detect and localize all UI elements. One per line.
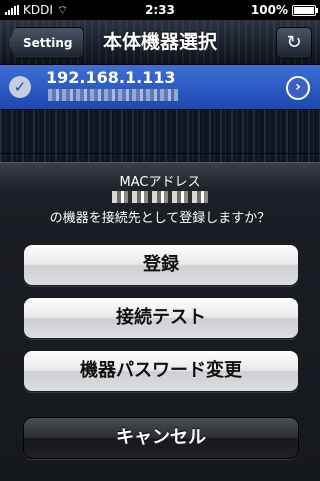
mac-address-redacted: [112, 191, 208, 203]
device-mac-redacted: [48, 89, 178, 101]
device-ip-address: 192.168.1.113: [46, 68, 176, 87]
disclosure-chevron-icon[interactable]: ›: [286, 76, 310, 100]
device-row-selected[interactable]: ✓ 192.168.1.113 ›: [0, 65, 320, 109]
battery-icon: [292, 4, 318, 16]
battery-percent: 100%: [250, 3, 288, 17]
device-list: ✓ 192.168.1.113 ›: [0, 65, 320, 165]
sheet-message: の機器を接続先として登録しますか？: [49, 211, 271, 226]
register-button[interactable]: 登録: [23, 244, 299, 286]
page-title: 本体機器選択: [102, 31, 217, 53]
row-divider: [0, 153, 320, 154]
navigation-bar: Setting 本体機器選択 ↻: [0, 20, 320, 65]
checkmark-icon: ✓: [9, 76, 31, 98]
refresh-button[interactable]: ↻: [276, 27, 312, 59]
change-device-password-button[interactable]: 機器パスワード変更: [23, 350, 299, 392]
sheet-title: MACアドレス: [119, 175, 201, 190]
cancel-button[interactable]: キャンセル: [23, 417, 299, 459]
status-right: 100%: [250, 0, 318, 20]
action-sheet: MACアドレス の機器を接続先として登録しますか？ 登録 接続テスト 機器パスワ…: [0, 162, 320, 481]
status-bar: KDDI ⌔ 2:33 100%: [0, 0, 320, 20]
refresh-icon: ↻: [286, 32, 302, 53]
row-divider: [0, 109, 320, 110]
connection-test-button[interactable]: 接続テスト: [23, 297, 299, 339]
